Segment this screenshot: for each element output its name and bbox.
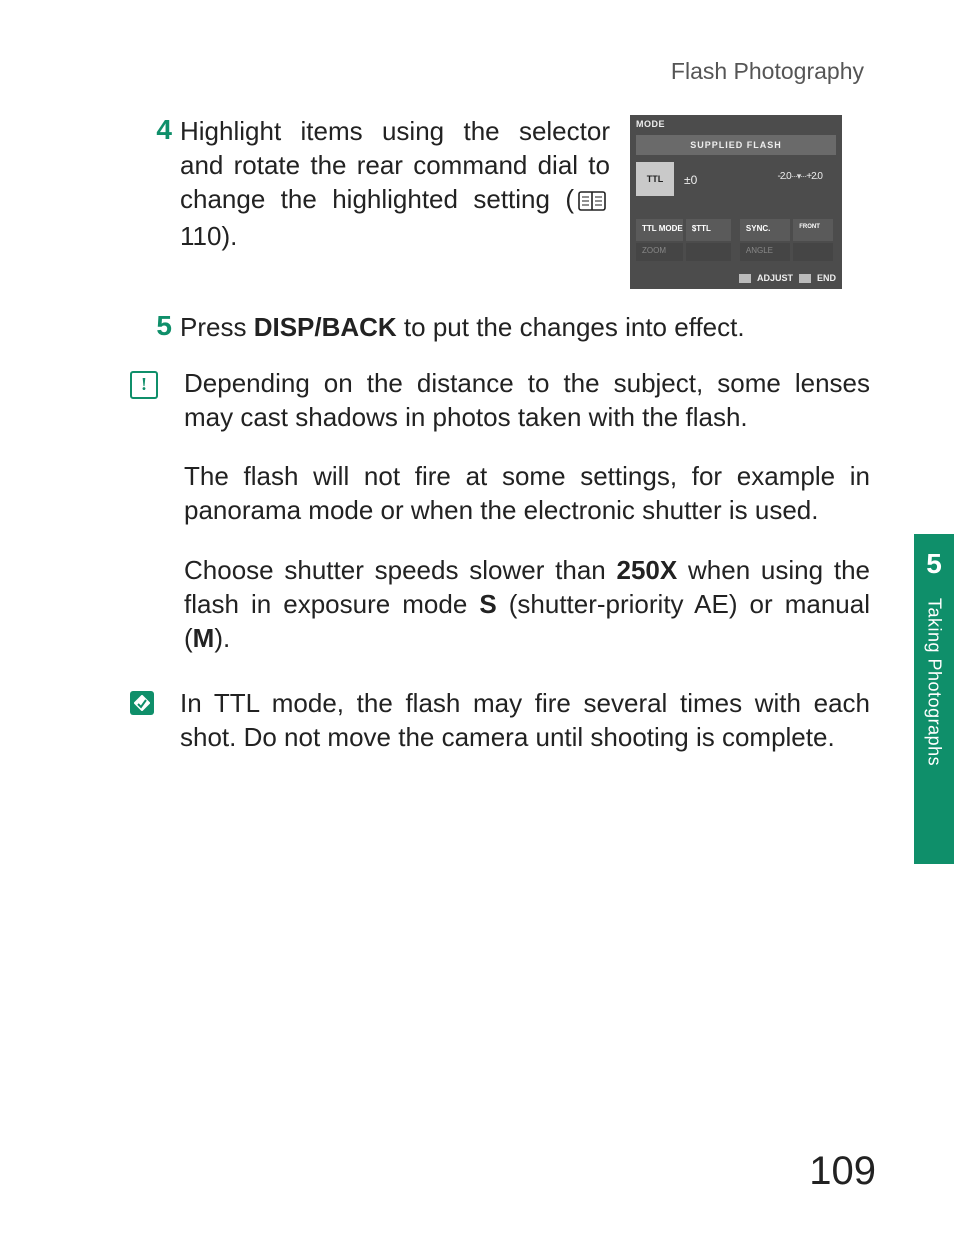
lcd-angle-value bbox=[793, 243, 833, 261]
chapter-tab: 5 Taking Photographs bbox=[914, 534, 954, 864]
chapter-number: 5 bbox=[914, 534, 954, 580]
scale-right: +2.0 bbox=[806, 171, 822, 182]
step-number: 5 bbox=[130, 311, 180, 345]
page-number: 109 bbox=[809, 1149, 876, 1194]
lcd-supplied-flash: SUPPLIED FLASH bbox=[636, 135, 836, 155]
manual-page: Flash Photography 4 Highlight items usin… bbox=[0, 0, 954, 1250]
step5-key: DISP/BACK bbox=[254, 312, 397, 342]
lcd-footer: ADJUST END bbox=[636, 271, 836, 285]
step-5: 5 Press DISP/BACK to put the changes int… bbox=[130, 311, 870, 345]
caution-p3: Choose shutter speeds slower than 250X w… bbox=[184, 554, 870, 655]
caution-icon: ! bbox=[130, 371, 158, 399]
step-text: Highlight items using the se­lector and … bbox=[180, 115, 610, 289]
adjust-icon bbox=[739, 274, 751, 283]
lcd-exposure-value: ±0 bbox=[684, 173, 697, 187]
step4-page-ref: 110). bbox=[180, 221, 237, 251]
lcd-zoom-label: ZOOM bbox=[636, 243, 683, 261]
lcd-mode-label: MODE bbox=[636, 119, 665, 129]
caution-p3-b2: S bbox=[479, 589, 496, 619]
tip-icon bbox=[130, 691, 154, 715]
lcd-ttl-chip: TTL bbox=[636, 162, 674, 196]
lcd-angle-label: ANGLE bbox=[740, 243, 790, 261]
lcd-zoom-value bbox=[686, 243, 731, 261]
caution-p3-b1: 250X bbox=[617, 555, 678, 585]
caution-p3-e: ). bbox=[214, 623, 230, 653]
lcd-adjust: ADJUST bbox=[757, 273, 793, 283]
tip-p1: In TTL mode, the flash may fire several … bbox=[180, 687, 870, 755]
camera-lcd-screenshot: MODE SUPPLIED FLASH TTL ±0 -2.0···▾···+2… bbox=[630, 115, 842, 289]
step5-suffix: to put the changes into effect. bbox=[397, 312, 745, 342]
lcd-end: END bbox=[817, 273, 836, 283]
step4-text-before: Highlight items using the se­lector and … bbox=[180, 116, 610, 214]
lcd-row-zoom: ZOOM ANGLE bbox=[636, 243, 836, 261]
lcd-ttl-mode-label: TTL MODE bbox=[636, 219, 683, 241]
end-icon bbox=[799, 274, 811, 283]
step5-prefix: Press bbox=[180, 312, 254, 342]
caution-text: Depending on the distance to the subject… bbox=[184, 367, 870, 682]
content-area: Flash Photography 4 Highlight items usin… bbox=[130, 58, 870, 781]
step-4: 4 Highlight items using the se­lector an… bbox=[130, 115, 870, 289]
tip-text: In TTL mode, the flash may fire several … bbox=[180, 687, 870, 781]
scale-left: -2.0 bbox=[778, 171, 791, 182]
section-header: Flash Photography bbox=[130, 58, 870, 85]
lcd-row-ttlmode: TTL MODE $TTL SYNC. FRONT bbox=[636, 219, 836, 241]
tip-note: In TTL mode, the flash may fire several … bbox=[130, 687, 870, 781]
page-ref-icon bbox=[578, 187, 606, 221]
lcd-sync-value: FRONT bbox=[793, 219, 833, 241]
step-text: Press DISP/BACK to put the changes into … bbox=[180, 311, 870, 345]
step-number: 4 bbox=[130, 115, 180, 289]
scale-ticks: ···▾··· bbox=[791, 171, 807, 181]
chapter-label: Taking Photographs bbox=[924, 598, 945, 766]
caution-p1: Depending on the distance to the subject… bbox=[184, 367, 870, 435]
caution-note: ! Depending on the distance to the subje… bbox=[130, 367, 870, 682]
caution-p3-a: Choose shutter speeds slower than bbox=[184, 555, 617, 585]
lcd-sync-label: SYNC. bbox=[740, 219, 790, 241]
caution-p3-b3: M bbox=[193, 623, 215, 653]
caution-p2: The flash will not fire at some settings… bbox=[184, 460, 870, 528]
lcd-ttl-mode-value: $TTL bbox=[686, 219, 731, 241]
lcd-exposure-scale: -2.0···▾···+2.0 bbox=[778, 171, 822, 182]
